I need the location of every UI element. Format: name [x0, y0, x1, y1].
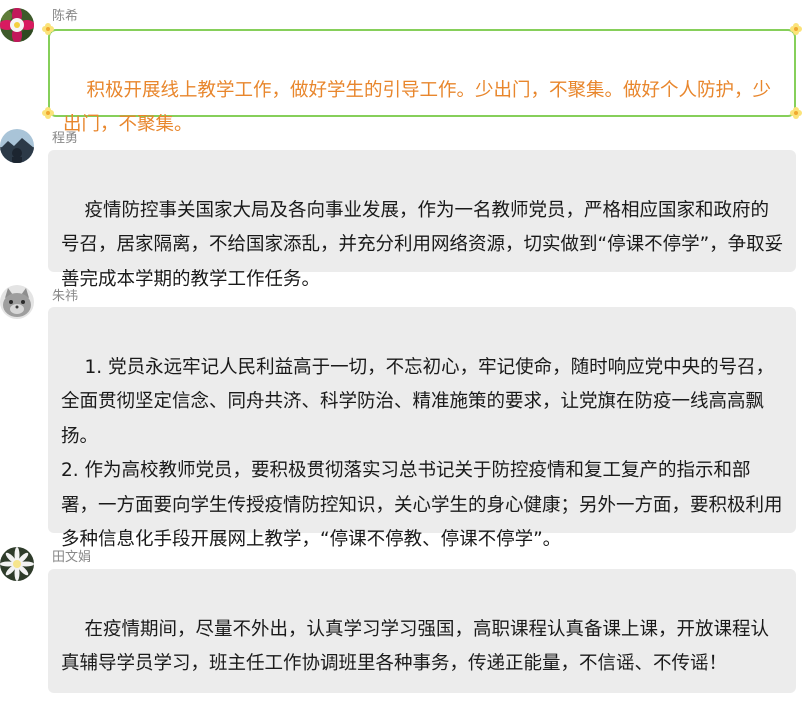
message-text: 积极开展线上教学工作，做好学生的引导工作。少出门，不聚集。做好个人防护，少出门，…: [63, 79, 772, 136]
message-bubble[interactable]: 疫情防控事关国家大局及各向事业发展，作为一名教师党员，严格相应国家和政府的号召，…: [48, 150, 796, 290]
message-text: 1. 党员永远牢记人民利益高于一切，不忘初心，牢记使命，随时响应党中央的号召，全…: [61, 356, 783, 551]
message-text: 在疫情期间，尽量不外出，认真学习学习强国，高职课程认真备课上课，开放课程认真辅导…: [61, 618, 770, 675]
flower-corner-icon: [788, 21, 804, 37]
sender-name: 程勇: [52, 131, 79, 146]
gray-cartoon-cat-avatar-icon[interactable]: [0, 285, 34, 319]
message-bubble[interactable]: 在疫情期间，尽量不外出，认真学习学习强国，高职课程认真备课上课，开放课程认真辅导…: [48, 569, 796, 693]
landscape-photo-avatar-icon[interactable]: [0, 129, 34, 163]
sender-name: 田文娟: [52, 550, 92, 565]
columbine-flower-avatar-icon[interactable]: [0, 8, 34, 42]
message-bubble[interactable]: 1. 党员永远牢记人民利益高于一切，不忘初心，牢记使命，随时响应党中央的号召，全…: [48, 307, 796, 550]
white-flower-avatar-icon[interactable]: [0, 547, 34, 581]
message-text: 疫情防控事关国家大局及各向事业发展，作为一名教师党员，严格相应国家和政府的号召，…: [61, 199, 784, 290]
message-bubble[interactable]: 积极开展线上教学工作，做好学生的引导工作。少出门，不聚集。做好个人防护，少出门，…: [48, 29, 796, 135]
flower-corner-icon: [788, 105, 804, 121]
flower-corner-icon: [40, 105, 56, 121]
flower-corner-icon: [40, 21, 56, 37]
sender-name: 朱祎: [52, 289, 79, 304]
